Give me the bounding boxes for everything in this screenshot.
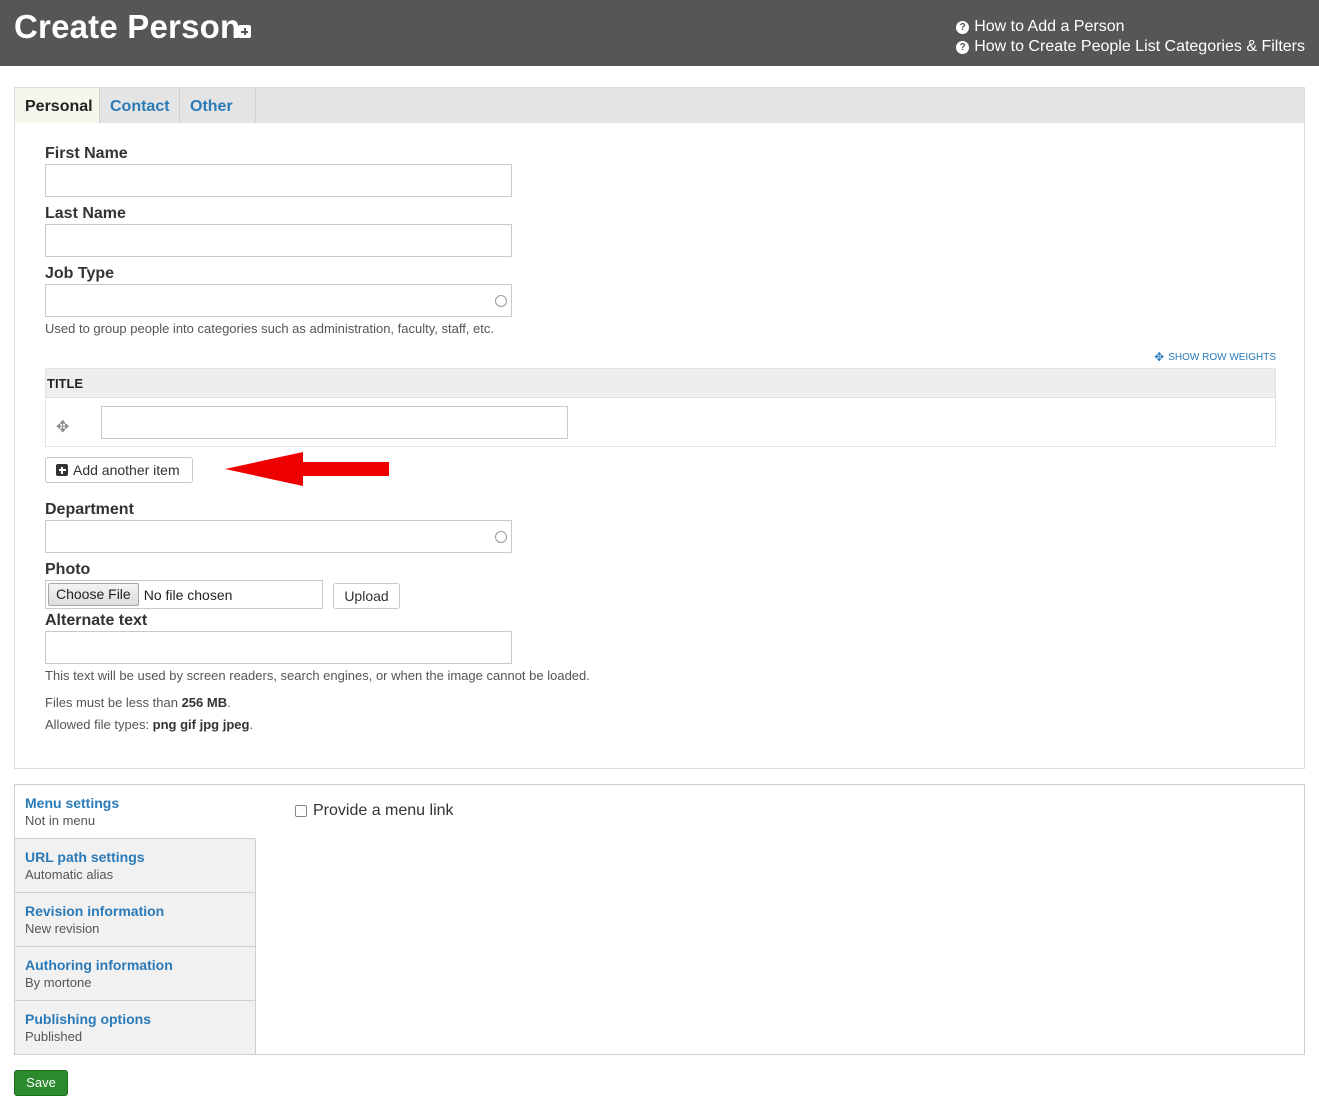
help-link-categories-filters[interactable]: ? How to Create People List Categories &… <box>956 37 1305 57</box>
last-name-input[interactable] <box>45 224 512 257</box>
job-type-description: Used to group people into categories suc… <box>45 321 494 336</box>
provide-menu-link-label[interactable]: Provide a menu link <box>313 802 454 820</box>
help-link-label: How to Create People List Categories & F… <box>974 38 1305 55</box>
tab-contact[interactable]: Contact <box>100 88 180 123</box>
field-group-tabs: Personal Contact Other First Name Last N… <box>14 87 1305 769</box>
file-size-limit: Files must be less than 256 MB. <box>45 695 231 710</box>
autocomplete-throbber-icon <box>495 531 507 543</box>
vertical-tab-authoring-information[interactable]: Authoring information By mortone <box>15 947 256 1001</box>
choose-file-button[interactable]: Choose File <box>48 583 139 606</box>
file-size-prefix: Files must be less than <box>45 695 182 710</box>
autocomplete-throbber-icon <box>495 295 507 307</box>
vertical-tab-title: URL path settings <box>25 849 145 865</box>
tab-bar: Personal Contact Other <box>15 88 1304 123</box>
file-status-text: No file chosen <box>143 586 233 603</box>
file-types-prefix: Allowed file types: <box>45 717 153 732</box>
alternate-text-label: Alternate text <box>45 612 148 629</box>
vertical-tab-publishing-options[interactable]: Publishing options Published <box>15 1001 256 1054</box>
help-link-label: How to Add a Person <box>974 18 1125 35</box>
department-autocomplete-input[interactable] <box>45 520 512 553</box>
question-circle-icon: ? <box>956 40 970 54</box>
vertical-tab-url-path-settings[interactable]: URL path settings Automatic alias <box>15 839 256 893</box>
help-links: ? How to Add a Person ? How to Create Pe… <box>956 17 1305 57</box>
job-type-label: Job Type <box>45 265 115 282</box>
annotation-arrow-icon <box>225 452 389 486</box>
department-label: Department <box>45 501 134 518</box>
vertical-tab-title: Publishing options <box>25 1011 151 1027</box>
add-another-item-button[interactable]: Add another item <box>45 457 193 483</box>
alternate-text-input[interactable] <box>45 631 512 664</box>
vertical-tab-title: Authoring information <box>25 957 173 973</box>
move-arrows-icon: ✥ <box>1154 350 1165 364</box>
vertical-tab-revision-information[interactable]: Revision information New revision <box>15 893 256 947</box>
provide-menu-link-checkbox[interactable] <box>295 805 307 817</box>
vertical-tab-menu-settings[interactable]: Menu settings Not in menu <box>15 785 256 839</box>
save-button[interactable]: Save <box>14 1070 68 1096</box>
file-size-suffix: . <box>227 695 231 710</box>
question-circle-icon: ? <box>956 20 970 34</box>
plus-square-icon <box>56 464 68 476</box>
drag-handle-icon[interactable]: ✥ <box>56 417 69 437</box>
page-header: Create Person ? How to Add a Person ? Ho… <box>0 0 1319 66</box>
show-row-weights-label: Show row weights <box>1168 351 1276 363</box>
help-link-add-person[interactable]: ? How to Add a Person <box>956 17 1305 37</box>
provide-menu-link-option: Provide a menu link <box>295 802 454 820</box>
vertical-tab-summary: New revision <box>25 921 100 936</box>
first-name-label: First Name <box>45 145 128 162</box>
title-multivalue-table: TITLE ✥ <box>45 368 1276 447</box>
alternate-text-description: This text will be used by screen readers… <box>45 668 590 683</box>
vertical-tab-title: Menu settings <box>25 795 120 811</box>
add-another-item-label: Add another item <box>73 462 180 478</box>
upload-button[interactable]: Upload <box>333 583 400 609</box>
add-shortcut-icon[interactable] <box>238 25 251 38</box>
show-row-weights-link[interactable]: ✥ Show row weights <box>1154 350 1276 364</box>
title-column-header: TITLE <box>46 369 1275 398</box>
photo-file-input[interactable]: Choose File No file chosen <box>45 580 323 609</box>
vertical-tabs: Menu settings Not in menu URL path setti… <box>14 784 1305 1055</box>
vertical-tab-summary: Not in menu <box>25 813 96 828</box>
title-input[interactable] <box>101 406 568 439</box>
vertical-tabs-list: Menu settings Not in menu URL path setti… <box>15 785 256 1054</box>
vertical-tab-title: Revision information <box>25 903 165 919</box>
tab-other[interactable]: Other <box>180 88 256 123</box>
vertical-tab-summary: By mortone <box>25 975 92 990</box>
file-size-value: 256 MB <box>181 695 228 710</box>
photo-label: Photo <box>45 561 91 578</box>
allowed-file-types: Allowed file types: png gif jpg jpeg. <box>45 717 253 732</box>
page-title: Create Person <box>14 8 241 45</box>
vertical-tab-summary: Published <box>25 1029 83 1044</box>
first-name-input[interactable] <box>45 164 512 197</box>
file-types-value: png gif jpg jpeg <box>152 717 250 732</box>
file-types-suffix: . <box>249 717 254 732</box>
vertical-tab-summary: Automatic alias <box>25 867 114 882</box>
tab-personal[interactable]: Personal <box>15 88 100 123</box>
last-name-label: Last Name <box>45 205 126 222</box>
job-type-autocomplete-input[interactable] <box>45 284 512 317</box>
